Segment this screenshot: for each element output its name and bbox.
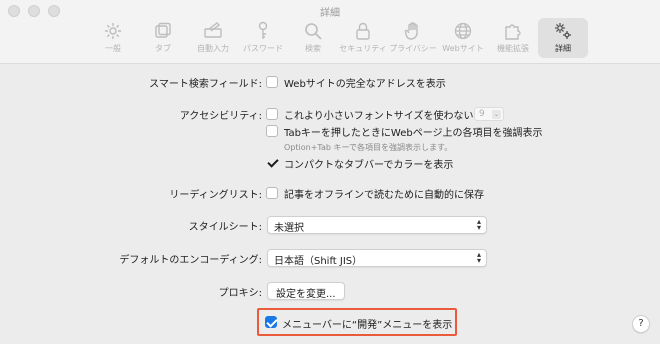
tab-security[interactable]: セキュリティ [338, 18, 388, 58]
updown-chevron-icon: ▴ ▾ [476, 250, 481, 265]
puzzle-icon [502, 21, 524, 41]
gear-icon [102, 21, 124, 41]
tab-websites[interactable]: Webサイト [438, 18, 488, 58]
key-icon [252, 21, 274, 41]
tab-highlight-option: Tabキーを押したときにWebページ上の各項目を強調表示 [284, 128, 543, 139]
tab-highlight-hint: Option+Tab キーで各項目を強調表示します。 [284, 143, 453, 152]
tab-label: パスワード [243, 44, 283, 53]
proxy-label: プロキシ: [218, 288, 262, 299]
tab-label: プライバシー [389, 44, 437, 53]
min-font-option: これより小さいフォントサイズを使わない: [284, 111, 477, 122]
tab-search[interactable]: 検索 [288, 18, 338, 58]
updown-chevron-icon: ▴ ▾ [476, 217, 481, 232]
compact-tab-color-checkbox[interactable] [266, 156, 278, 168]
tab-label: セキュリティ [339, 44, 387, 53]
tab-label: Webサイト [442, 44, 484, 53]
tab-tabs[interactable]: タブ [138, 18, 188, 58]
tab-advanced[interactable]: 詳細 [538, 18, 588, 58]
tab-privacy[interactable]: プライバシー [388, 18, 438, 58]
tab-label: 機能拡張 [497, 44, 529, 53]
title-bar: 詳細 一般 タブ 自動入力 パスワード 検索 セキュリティ プライバシー Web… [0, 0, 660, 64]
min-font-size-value: 9 [479, 109, 485, 119]
tab-general[interactable]: 一般 [88, 18, 138, 58]
search-icon [302, 21, 324, 41]
tabs-icon [152, 21, 174, 41]
preferences-window: 詳細 一般 タブ 自動入力 パスワード 検索 セキュリティ プライバシー Web… [0, 0, 660, 344]
encoding-label: デフォルトのエンコーディング: [119, 255, 262, 266]
preferences-toolbar: 一般 タブ 自動入力 パスワード 検索 セキュリティ プライバシー Webサイト… [88, 18, 588, 58]
smart-search-option: Webサイトの完全なアドレスを表示 [284, 79, 446, 90]
encoding-select[interactable]: 日本語（Shift JIS） ▴ ▾ [267, 249, 487, 267]
tab-passwords[interactable]: パスワード [238, 18, 288, 58]
tab-label: タブ [155, 44, 171, 53]
develop-menu-checkbox[interactable] [265, 316, 277, 328]
chevron-down-icon: ⌄ [492, 110, 501, 119]
tab-extensions[interactable]: 機能拡張 [488, 18, 538, 58]
hand-icon [402, 21, 424, 41]
smart-search-checkbox[interactable] [266, 76, 278, 88]
develop-menu-option: メニューバーに“開発”メニューを表示 [282, 320, 453, 331]
encoding-value: 日本語（Shift JIS） [274, 256, 363, 267]
accessibility-label: アクセシビリティ: [179, 111, 262, 122]
lock-icon [352, 21, 374, 41]
tab-autofill[interactable]: 自動入力 [188, 18, 238, 58]
reading-list-checkbox[interactable] [266, 187, 278, 199]
stylesheet-label: スタイルシート: [188, 222, 262, 233]
tab-label: 検索 [305, 44, 321, 53]
min-font-size-select[interactable]: 9 ⌄ [474, 107, 504, 121]
compact-tab-color-option: コンパクトなタブバーでカラーを表示 [284, 160, 454, 171]
tab-highlight-checkbox[interactable] [266, 125, 278, 137]
reading-list-label: リーディングリスト: [169, 190, 262, 201]
min-font-checkbox[interactable] [266, 108, 278, 120]
stylesheet-select[interactable]: 未選択 ▴ ▾ [267, 216, 487, 234]
change-proxy-settings-button[interactable]: 設定を変更... [267, 282, 345, 300]
gears-icon [552, 21, 574, 41]
autofill-icon [202, 21, 224, 41]
globe-icon [452, 21, 474, 41]
window-title: 詳細 [320, 8, 340, 19]
help-button[interactable]: ? [632, 315, 650, 333]
advanced-settings-pane: スマート検索フィールド: Webサイトの完全なアドレスを表示 アクセシビリティ:… [0, 65, 660, 344]
smart-search-label: スマート検索フィールド: [149, 79, 262, 90]
tab-label: 自動入力 [197, 44, 229, 53]
stylesheet-value: 未選択 [274, 223, 304, 234]
reading-list-option: 記事をオフラインで読むために自動的に保存 [284, 190, 484, 201]
tab-label: 詳細 [555, 44, 571, 53]
tab-label: 一般 [105, 44, 121, 53]
